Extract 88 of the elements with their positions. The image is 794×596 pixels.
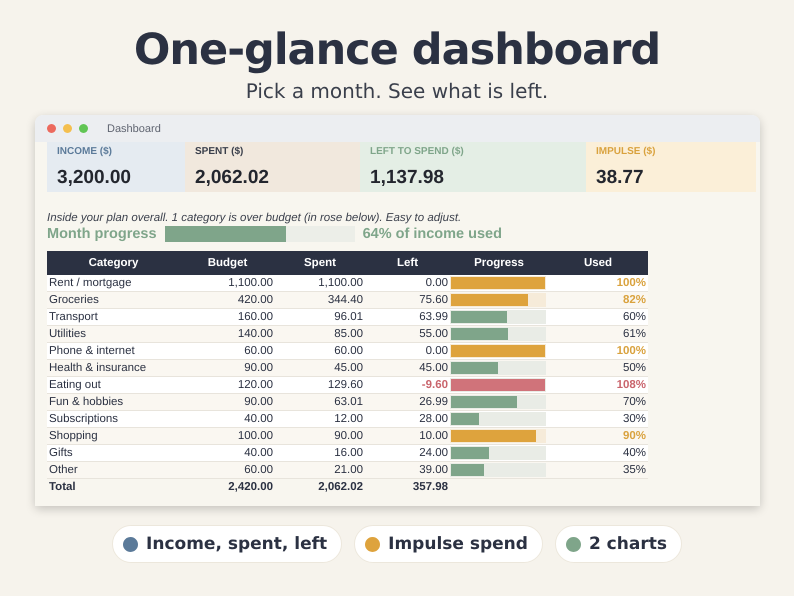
table-cell: -9.60 xyxy=(365,376,450,394)
table-cell: 70% xyxy=(548,394,648,410)
column-header: Budget xyxy=(180,251,275,275)
table-cell: 0.00 xyxy=(365,275,450,292)
table-cell: 40.00 xyxy=(180,444,275,462)
card-value: 3,200.00 xyxy=(57,167,132,189)
close-button[interactable] xyxy=(47,124,56,133)
table-cell: Gifts xyxy=(47,444,180,462)
table-cell: 140.00 xyxy=(180,326,275,342)
table-cell: 90.00 xyxy=(275,428,365,444)
table-cell: Utilities xyxy=(47,326,180,342)
card-label: LEFT TO SPEND ($) xyxy=(370,146,465,157)
table-cell: 100.00 xyxy=(180,428,275,444)
table-cell: Groceries xyxy=(47,292,180,308)
table-cell: 63.01 xyxy=(275,394,365,410)
table-cell: 96.01 xyxy=(275,308,365,326)
table-cell: 21.00 xyxy=(275,462,365,478)
table-cell: 45.00 xyxy=(365,360,450,376)
window-title: Dashboard xyxy=(107,122,161,134)
table-cell: 55.00 xyxy=(365,326,450,342)
summary-note: Inside your plan overall. 1 category is over budget (in rose below). Easy to adjust. xyxy=(47,211,462,225)
column-header: Spent xyxy=(275,251,365,275)
table-cell: 75.60 xyxy=(365,292,450,308)
table-cell: 60.00 xyxy=(180,342,275,360)
card-label: IMPULSE ($) xyxy=(596,146,656,157)
table-cell: 60% xyxy=(548,308,648,326)
table-cell: 90.00 xyxy=(180,394,275,410)
table-cell: 16.00 xyxy=(275,444,365,462)
table-cell: 100% xyxy=(548,275,648,292)
table-cell: Subscriptions xyxy=(47,410,180,428)
table-cell: 82% xyxy=(548,292,648,308)
card-label: INCOME ($) xyxy=(57,146,113,157)
table-cell: Eating out xyxy=(47,376,180,394)
column-header: Progress xyxy=(450,251,548,275)
table-cell: 1,100.00 xyxy=(180,275,275,292)
table-cell: 35% xyxy=(548,462,648,478)
table-cell: 28.00 xyxy=(365,410,450,428)
card-label: SPENT ($) xyxy=(195,146,244,157)
table-cell: Rent / mortgage xyxy=(47,275,180,292)
table-cell: 90% xyxy=(548,428,648,444)
table-cell: Shopping xyxy=(47,428,180,444)
table-cell: Transport xyxy=(47,308,180,326)
table-cell: 39.00 xyxy=(365,462,450,478)
table-cell: 63.99 xyxy=(365,308,450,326)
table-cell: Fun & hobbies xyxy=(47,394,180,410)
table-cell: 30% xyxy=(548,410,648,428)
column-header: Used xyxy=(548,251,648,275)
table-cell: 26.99 xyxy=(365,394,450,410)
zoom-button[interactable] xyxy=(79,124,88,133)
table-cell: 61% xyxy=(548,326,648,342)
table-cell: 50% xyxy=(548,360,648,376)
table-cell: Health & insurance xyxy=(47,360,180,376)
table-cell: 60.00 xyxy=(180,462,275,478)
progress-label: Month progress xyxy=(47,226,157,242)
pill-label: 2 charts xyxy=(588,534,667,554)
pill-label: Impulse spend xyxy=(388,534,528,554)
table-cell: 160.00 xyxy=(180,308,275,326)
table-cell: 85.00 xyxy=(275,326,365,342)
table-cell: 108% xyxy=(548,376,648,394)
subheadline: Pick a month. See what is left. xyxy=(244,78,550,104)
table-cell: 40% xyxy=(548,444,648,462)
table-cell: 0.00 xyxy=(365,342,450,360)
table-cell: 1,100.00 xyxy=(275,275,365,292)
table-cell: 2,062.02 xyxy=(275,478,365,495)
table-cell: 40.00 xyxy=(180,410,275,428)
table-cell: 344.40 xyxy=(275,292,365,308)
pill-label: Income, spent, left xyxy=(146,534,328,554)
card-value: 38.77 xyxy=(596,167,645,189)
table-cell: 420.00 xyxy=(180,292,275,308)
table-cell: 12.00 xyxy=(275,410,365,428)
progress-reading: 64% of income used xyxy=(362,226,502,242)
table-cell: 90.00 xyxy=(180,360,275,376)
column-header: Category xyxy=(47,251,180,275)
table-cell: 120.00 xyxy=(180,376,275,394)
column-header: Left xyxy=(365,251,450,275)
table-cell: Phone & internet xyxy=(47,342,180,360)
table-cell: 60.00 xyxy=(275,342,365,360)
table-cell: 24.00 xyxy=(365,444,450,462)
headline: One-glance dashboard xyxy=(132,24,662,77)
table-cell: 129.60 xyxy=(275,376,365,394)
table-cell: 45.00 xyxy=(275,360,365,376)
card-value: 1,137.98 xyxy=(370,167,445,189)
minimize-button[interactable] xyxy=(63,124,72,133)
table-cell: 10.00 xyxy=(365,428,450,444)
card-value: 2,062.02 xyxy=(195,167,270,189)
table-cell: 2,420.00 xyxy=(180,478,275,495)
table-cell: Other xyxy=(47,462,180,478)
table-cell: 100% xyxy=(548,342,648,360)
